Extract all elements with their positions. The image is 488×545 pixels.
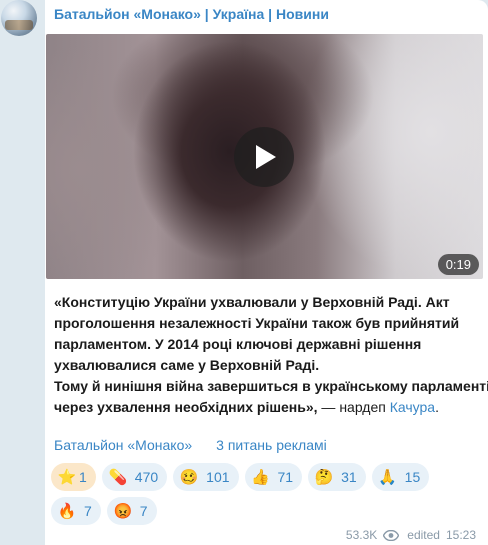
star-icon: ⭐ [57,469,77,486]
channel-link[interactable]: Батальйон «Монако» [54,437,192,453]
edited-label: edited [407,528,440,542]
folded-hands-icon: 🙏 [378,469,398,486]
text-plain-fragment: — нардеп [317,399,390,415]
pill-icon: 💊 [108,469,128,486]
text-line: ухвалювалися саме у Верховній Раді. [54,357,320,373]
reaction-count: 7 [84,503,92,519]
person-link[interactable]: Качура [390,399,435,415]
play-button[interactable] [234,127,294,187]
reaction-pill[interactable]: 💊 470 [101,463,168,491]
reaction-woozy[interactable]: 🥴 101 [173,463,239,491]
video-preview[interactable]: 0:19 [46,34,483,279]
text-line: парламентом. У 2014 році ключові державн… [54,336,422,352]
message-meta: 53.3K edited 15:23 [346,528,476,542]
view-count: 53.3K [345,528,378,542]
reactions-bar: ⭐ 1 💊 470 🥴 101 👍 71 🤔 31 🙏 15 🔥 7 😡 7 [51,463,483,525]
reaction-thumbs-up[interactable]: 👍 71 [244,463,303,491]
text-end: . [435,399,439,415]
reaction-star[interactable]: ⭐ 1 [51,463,96,491]
reaction-thinking[interactable]: 🤔 31 [308,463,366,491]
reaction-count: 470 [134,469,159,485]
text-bold-fragment: через ухвалення необхідних рішень», [54,399,318,415]
reaction-count: 7 [139,503,148,519]
message-time: 15:23 [445,528,476,542]
play-icon [256,145,276,169]
thumbs-up-icon: 👍 [251,469,270,486]
text-line: «Конституцію України ухвалювали у Верхов… [54,294,450,310]
angry-face-icon: 😡 [113,503,133,520]
text-line: Тому й нинішня війна завершиться в украї… [54,378,488,394]
message-bubble: Батальйон «Монако» | Україна | Новини 0:… [45,0,488,545]
eye-icon [383,529,400,541]
reaction-count: 1 [79,469,87,485]
video-duration: 0:19 [437,254,479,275]
reaction-count: 101 [206,469,230,485]
reaction-count: 31 [341,469,357,485]
text-line: проголошення незалежності України також … [54,315,460,331]
channel-avatar[interactable] [1,0,37,36]
channel-name[interactable]: Батальйон «Монако» | Україна | Новини [54,6,329,22]
ads-link[interactable]: 3 питань рекламі [216,437,327,453]
text-line-last: через ухвалення необхідних рішень», — на… [54,397,478,418]
woozy-face-icon: 🥴 [179,469,199,486]
message-text: «Конституцію України ухвалювали у Верхов… [54,292,488,418]
reaction-count: 71 [277,469,294,485]
thinking-face-icon: 🤔 [314,469,334,486]
reaction-count: 15 [404,469,421,485]
fire-icon: 🔥 [57,503,77,520]
reaction-angry[interactable]: 😡 7 [106,497,157,525]
reaction-pray[interactable]: 🙏 15 [371,463,430,491]
footer-links: Батальйон «Монако» 3 питань рекламі [54,437,327,453]
reaction-fire[interactable]: 🔥 7 [51,497,101,525]
